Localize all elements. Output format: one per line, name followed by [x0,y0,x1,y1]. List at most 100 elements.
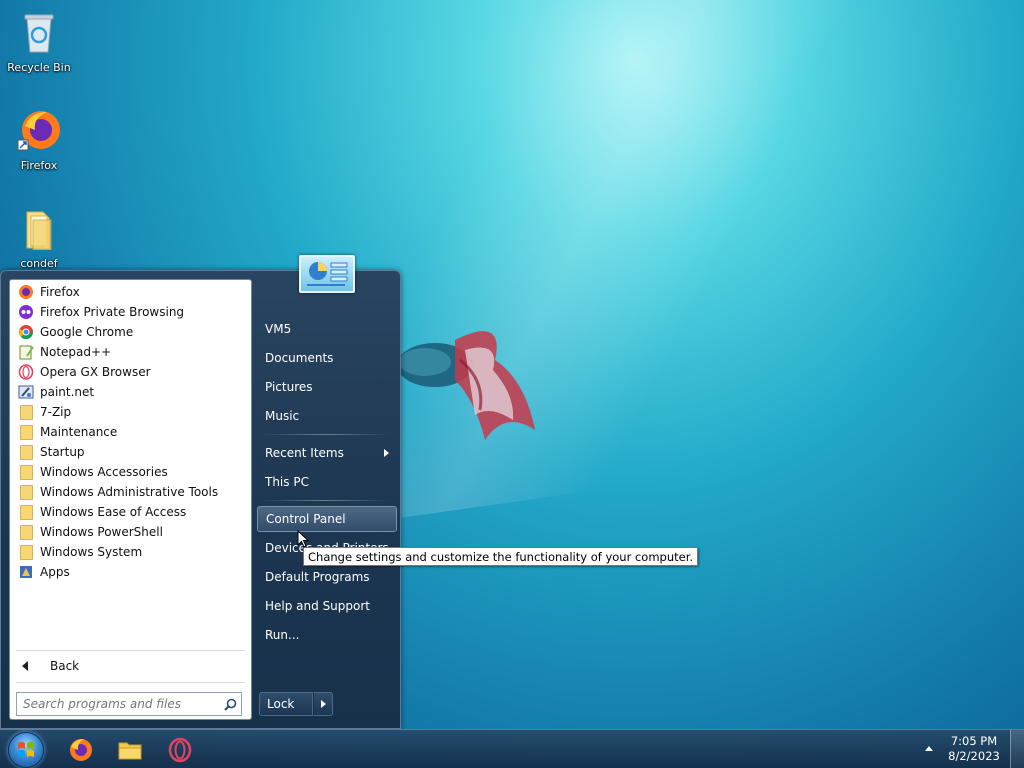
divider [16,650,245,651]
lock-button[interactable]: Lock [259,692,313,716]
program-item-notepadpp[interactable]: Notepad++ [10,342,251,362]
lock-button-group: Lock [259,692,333,716]
program-item-paintnet[interactable]: paint.net [10,382,251,402]
program-item-windows-powershell[interactable]: Windows PowerShell [10,522,251,542]
search-input[interactable] [17,694,219,714]
mouse-pointer-icon [297,530,309,548]
back-arrow-icon [22,661,28,671]
start-menu-places-pane: VM5 Documents Pictures Music Recent Item… [257,255,402,730]
taskbar-clock[interactable]: 7:05 PM 8/2/2023 [944,734,1004,764]
folder-icon [18,524,34,540]
firefox-icon [18,284,34,300]
clock-time: 7:05 PM [950,734,998,748]
paintnet-icon [18,384,34,400]
opera-icon [168,737,192,763]
divider [261,500,391,501]
taskbar-opera[interactable] [165,735,195,765]
start-button[interactable] [8,732,44,768]
firefox-icon [70,739,92,761]
start-item-control-panel[interactable]: Control Panel [257,506,397,532]
program-list: Firefox Firefox Private Browsing Google … [10,282,251,582]
opera-icon [18,364,34,380]
program-item-firefox[interactable]: Firefox [10,282,251,302]
program-item-windows-accessories[interactable]: Windows Accessories [10,462,251,482]
program-label: Windows Administrative Tools [40,485,219,499]
back-button[interactable]: Back [16,656,79,676]
control-panel-tooltip: Change settings and customize the functi… [303,547,699,566]
program-item-apps[interactable]: Apps [10,562,251,582]
taskbar: 7:05 PM 8/2/2023 [0,729,1024,768]
program-label: Google Chrome [40,325,134,339]
folder-icon [18,424,34,440]
folder-icon [18,464,34,480]
start-item-label: Run... [265,628,300,642]
program-label: Notepad++ [40,345,112,359]
divider [16,682,245,683]
start-item-run[interactable]: Run... [257,622,397,648]
divider [261,434,391,435]
program-item-firefox-private[interactable]: Firefox Private Browsing [10,302,251,322]
show-desktop-button[interactable] [1010,730,1024,768]
start-item-music[interactable]: Music [257,403,397,429]
start-item-default-programs[interactable]: Default Programs [257,564,397,590]
program-item-startup[interactable]: Startup [10,442,251,462]
program-item-windows-admin-tools[interactable]: Windows Administrative Tools [10,482,251,502]
search-box[interactable] [16,692,242,716]
show-hidden-icons-button[interactable] [925,746,933,751]
chevron-right-icon [320,700,326,708]
start-item-label: VM5 [265,322,292,336]
start-item-label: Documents [265,351,334,365]
wallpaper-fish [397,331,535,440]
start-item-pictures[interactable]: Pictures [257,374,397,400]
program-label: Windows Accessories [40,465,168,479]
program-item-7zip[interactable]: 7-Zip [10,402,251,422]
power-options-button[interactable] [313,692,333,716]
program-label: Maintenance [40,425,118,439]
program-item-windows-ease-of-access[interactable]: Windows Ease of Access [10,502,251,522]
search-icon[interactable] [219,693,241,715]
start-item-label: Pictures [265,380,313,394]
program-item-windows-system[interactable]: Windows System [10,542,251,562]
taskbar-file-explorer[interactable] [115,735,145,765]
start-item-user[interactable]: VM5 [257,316,397,342]
folder-icon [26,211,52,251]
start-item-label: Music [265,409,300,423]
folder-icon [18,504,34,520]
program-item-maintenance[interactable]: Maintenance [10,422,251,442]
program-item-opera-gx[interactable]: Opera GX Browser [10,362,251,382]
windows-logo-icon [18,742,34,757]
program-label: Firefox [40,285,80,299]
clock-date: 8/2/2023 [948,749,1000,763]
user-picture[interactable] [299,255,355,293]
folder-icon [18,544,34,560]
firefox-private-icon [18,304,34,320]
desktop-icon-recycle-bin[interactable]: Recycle Bin [4,10,74,74]
desktop-icon-label: condef [20,257,58,270]
start-item-recent-items[interactable]: Recent Items [257,440,397,466]
folder-icon [18,444,34,460]
desktop-icon-label: Firefox [20,159,58,172]
taskbar-firefox[interactable] [66,735,96,765]
tooltip-text: Change settings and customize the functi… [308,549,694,564]
program-label: Windows System [40,545,143,559]
firefox-icon [17,111,60,151]
lock-label: Lock [267,697,295,711]
start-menu: Firefox Firefox Private Browsing Google … [0,255,402,730]
program-label: Apps [40,565,70,579]
start-item-label: Recent Items [265,446,344,460]
desktop-icon-condef[interactable]: condef [4,206,74,270]
desktop-icon-label: Recycle Bin [7,61,71,74]
start-item-this-pc[interactable]: This PC [257,469,397,495]
user-account-icon [307,262,348,286]
start-item-label: This PC [265,475,309,489]
start-item-documents[interactable]: Documents [257,345,397,371]
program-label: Opera GX Browser [40,365,151,379]
program-label: 7-Zip [40,405,72,419]
folder-icon [18,404,34,420]
chrome-icon [18,324,34,340]
program-label: Windows PowerShell [40,525,163,539]
start-item-help-support[interactable]: Help and Support [257,593,397,619]
program-item-chrome[interactable]: Google Chrome [10,322,251,342]
submenu-arrow-icon [384,449,389,457]
desktop-icon-firefox[interactable]: Firefox [4,108,74,172]
